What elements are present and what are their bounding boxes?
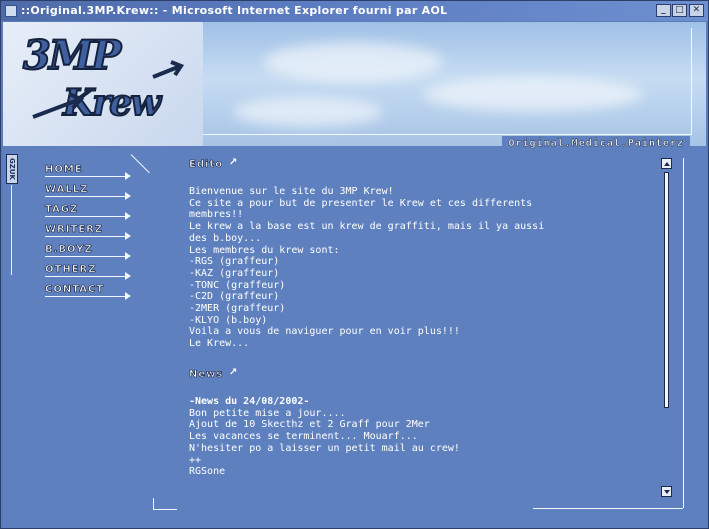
nav-underline [45, 276, 127, 277]
edito-line: des b.boy... [189, 232, 262, 244]
edito-line: Voila a vous de naviguer pour en voir pl… [189, 326, 460, 338]
header-tagline: Original.Medical.Painterz [502, 136, 690, 151]
frame-line-bottom [533, 508, 683, 509]
news-line: N'hesiter po a laisser un petit mail au … [189, 442, 460, 454]
edito-line: Le krew a la base est un krew de graffit… [189, 221, 545, 233]
maximize-button[interactable]: □ [672, 4, 687, 17]
nav-writerz-label: Writerz [45, 224, 104, 236]
edito-line: -KAZ (graffeur) [189, 267, 280, 279]
arrow-up-right-icon: ↗ [229, 157, 238, 168]
logo-panel: 3MP Krew [3, 22, 203, 146]
nav-underline [45, 216, 127, 217]
edito-line: -RGS (graffeur) [189, 256, 280, 268]
browser-icon [5, 5, 17, 17]
edito-line: Ce site a pour but de presenter le Krew … [189, 197, 533, 209]
news-line: Bon petite mise a jour.... [189, 407, 346, 419]
frame-line-right [683, 158, 684, 508]
news-body: -News du 24/08/2002- Bon petite mise a j… [189, 396, 479, 478]
nav-otherz-label: Otherz [45, 264, 97, 276]
nav-wallz[interactable]: Wallz [45, 183, 155, 201]
edito-line: Bienvenue sur le site du 3MP Krew! [189, 186, 394, 197]
arrow-up-right-icon: ↗ [229, 367, 238, 378]
edito-body: Bienvenue sur le site du 3MP Krew! Ce si… [189, 186, 545, 350]
scrollbar-track[interactable] [664, 172, 669, 408]
arrow-right-icon [125, 232, 131, 240]
nav-otherz[interactable]: Otherz [45, 263, 155, 281]
frame-corner-bottom [153, 509, 177, 510]
nav-writerz[interactable]: Writerz [45, 223, 155, 241]
nav-tagz-label: Tagz [45, 204, 79, 216]
news-line: Les vacances se terminent... Mouarf... [189, 431, 418, 443]
scroll-down-button[interactable] [661, 486, 672, 497]
edito-line: Les membres du krew sont: [189, 244, 340, 256]
news-line: ++ [189, 454, 202, 466]
nav-wallz-label: Wallz [45, 184, 89, 196]
page-content: 3MP Krew Original.Medical.Painterz GZUK … [3, 22, 706, 527]
arrow-right-icon [125, 252, 131, 260]
edito-line: -2MER (graffeur) [189, 303, 286, 315]
side-divider [11, 185, 12, 275]
news-line: Ajout de 10 Skecthz et 2 Graff pour 2Mer [189, 419, 430, 431]
arrow-right-icon [125, 172, 131, 180]
nav-contact[interactable]: Contact [45, 283, 155, 301]
nav-tagz[interactable]: Tagz [45, 203, 155, 221]
nav-home-label: Home [45, 164, 83, 176]
window-title: ::Original.3MP.Krew:: - Microsoft Intern… [21, 4, 448, 17]
news-heading: News [186, 369, 227, 380]
header-banner: 3MP Krew Original.Medical.Painterz [3, 22, 706, 151]
arrow-right-icon [125, 192, 131, 200]
side-tab[interactable]: GZUK [6, 154, 18, 184]
edito-heading: Edito [186, 159, 227, 170]
news-date: -News du 24/08/2002- [189, 396, 310, 407]
nav-bboyz[interactable]: B.Boyz [45, 243, 155, 261]
edito-line: -KLYO (b.boy) [189, 314, 268, 326]
logo-arrows [32, 60, 185, 119]
news-line: RGSone [189, 466, 226, 478]
nav-underline [45, 176, 127, 177]
nav-bboyz-label: B.Boyz [45, 244, 93, 256]
scroll-up-button[interactable] [661, 158, 672, 169]
edito-line: Le Krew... [189, 338, 250, 350]
nav-contact-label: Contact [45, 284, 105, 296]
edito-line: -TONC (graffeur) [189, 279, 286, 291]
arrow-right-icon [125, 212, 131, 220]
nav-underline [45, 196, 127, 197]
browser-window: ::Original.3MP.Krew:: - Microsoft Intern… [0, 0, 709, 529]
edito-line: -C2D (graffeur) [189, 291, 280, 303]
nav-home[interactable]: Home [45, 163, 155, 181]
nav-underline [45, 296, 127, 297]
nav-underline [45, 236, 127, 237]
title-bar: ::Original.3MP.Krew:: - Microsoft Intern… [1, 1, 708, 21]
minimize-button[interactable]: _ [656, 4, 671, 17]
edito-line: membres!! [189, 209, 244, 221]
nav-underline [45, 256, 127, 257]
arrow-right-icon [125, 292, 131, 300]
close-button[interactable]: ✕ [689, 4, 704, 17]
arrow-right-icon [125, 272, 131, 280]
